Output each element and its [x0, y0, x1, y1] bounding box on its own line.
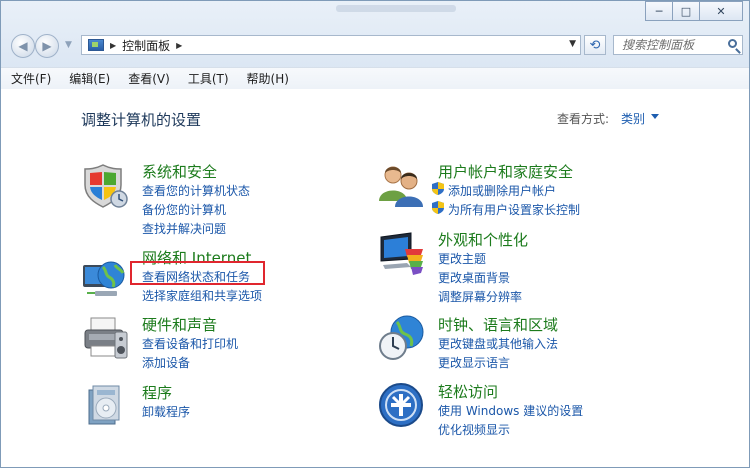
- caption-buttons: ─ □ ✕: [645, 1, 743, 21]
- page-title: 调整计算机的设置: [81, 111, 202, 129]
- link-change-desktop-background[interactable]: 更改桌面背景: [438, 269, 510, 286]
- link-troubleshoot[interactable]: 查找并解决问题: [142, 220, 226, 237]
- back-button[interactable]: ◀: [11, 34, 35, 58]
- address-bar[interactable]: ▶ 控制面板 ▶ ▼: [81, 35, 581, 55]
- network-globe-icon: [83, 261, 125, 296]
- link-view-computer-status[interactable]: 查看您的计算机状态: [142, 182, 250, 199]
- view-by-arrow-icon[interactable]: [651, 114, 659, 119]
- category-appearance: 外观和个性化 更改主题 更改桌面背景 调整屏幕分辨率: [377, 229, 677, 304]
- appearance-monitor-icon: [380, 232, 423, 275]
- link-uninstall-program[interactable]: 卸载程序: [142, 403, 190, 420]
- refresh-icon: ⟲: [589, 37, 601, 53]
- category-title-clock-language-region[interactable]: 时钟、语言和区域: [438, 314, 558, 335]
- category-programs: 程序 卸载程序: [81, 382, 361, 437]
- highlight-box: [130, 261, 265, 285]
- control-panel-window: ─ □ ✕ ◀ ▶ ▼ ▶ 控制面板 ▶ ▼ ⟲ 文件(F) 编辑(E) 查看(…: [0, 0, 750, 468]
- search-icon[interactable]: [728, 39, 737, 48]
- search-box[interactable]: [613, 35, 743, 55]
- category-ease-of-access: 轻松访问 使用 Windows 建议的设置 优化视频显示: [377, 381, 677, 438]
- search-input[interactable]: [620, 37, 728, 53]
- address-dropdown-icon[interactable]: ▼: [569, 39, 576, 49]
- link-view-devices-printers[interactable]: 查看设备和打印机: [142, 335, 238, 352]
- link-change-display-language[interactable]: 更改显示语言: [438, 354, 510, 371]
- recent-pages-dropdown[interactable]: ▼: [65, 40, 72, 50]
- printer-icon: [84, 317, 128, 359]
- menu-view[interactable]: 查看(V): [118, 70, 178, 87]
- refresh-button[interactable]: ⟲: [584, 35, 606, 55]
- view-by-label: 查看方式:: [557, 112, 610, 126]
- menu-file[interactable]: 文件(F): [1, 70, 59, 87]
- ease-of-access-icon: [379, 383, 423, 427]
- menu-edit[interactable]: 编辑(E): [59, 70, 118, 87]
- category-title-appearance[interactable]: 外观和个性化: [438, 229, 528, 250]
- link-optimize-video-display[interactable]: 优化视频显示: [438, 421, 510, 438]
- category-title-user-accounts[interactable]: 用户帐户和家庭安全: [438, 161, 573, 182]
- link-homegroup-sharing[interactable]: 选择家庭组和共享选项: [142, 287, 262, 304]
- category-hardware-sound: 硬件和声音 查看设备和打印机 添加设备: [81, 314, 361, 371]
- link-backup-computer[interactable]: 备份您的计算机: [142, 201, 226, 218]
- close-button[interactable]: ✕: [699, 1, 743, 21]
- admin-shield-icon: [432, 201, 444, 214]
- link-change-theme[interactable]: 更改主题: [438, 250, 486, 267]
- programs-icon: [88, 385, 120, 425]
- content-area: 调整计算机的设置 查看方式: 类别 系统和安全 查看您的计算机状态 备份您的计算…: [1, 89, 749, 467]
- category-clock-language-region: 时钟、语言和区域 更改键盘或其他输入法 更改显示语言: [377, 314, 677, 371]
- breadcrumb-chevron-icon[interactable]: ▶: [176, 41, 182, 50]
- users-icon: [379, 166, 423, 207]
- menu-bar: 文件(F) 编辑(E) 查看(V) 工具(T) 帮助(H): [1, 67, 749, 90]
- admin-shield-icon: [432, 182, 444, 195]
- link-change-input-methods[interactable]: 更改键盘或其他输入法: [438, 335, 558, 352]
- shield-windows-icon: [84, 164, 128, 208]
- category-system-security: 系统和安全 查看您的计算机状态 备份您的计算机 查找并解决问题: [81, 161, 361, 236]
- category-user-accounts: 用户帐户和家庭安全 添加或删除用户帐户 为所有用户设置家长控制: [377, 161, 677, 221]
- link-windows-suggested-settings[interactable]: 使用 Windows 建议的设置: [438, 402, 583, 419]
- category-title-system-security[interactable]: 系统和安全: [142, 161, 217, 182]
- maximize-button[interactable]: □: [672, 1, 700, 21]
- arrow-left-icon: ◀: [18, 39, 28, 53]
- navigation-bar: ◀ ▶ ▼ ▶ 控制面板 ▶ ▼ ⟲: [9, 34, 743, 58]
- link-add-device[interactable]: 添加设备: [142, 354, 190, 371]
- category-title-ease-of-access[interactable]: 轻松访问: [438, 381, 498, 402]
- menu-tools[interactable]: 工具(T): [178, 70, 237, 87]
- link-adjust-resolution[interactable]: 调整屏幕分辨率: [438, 288, 522, 305]
- view-by-dropdown[interactable]: 类别: [621, 110, 645, 127]
- link-add-remove-accounts[interactable]: 添加或删除用户帐户: [448, 182, 556, 199]
- clock-globe-icon: [379, 315, 424, 360]
- category-title-hardware-sound[interactable]: 硬件和声音: [142, 314, 217, 335]
- arrow-right-icon: ▶: [42, 39, 52, 53]
- link-parental-controls[interactable]: 为所有用户设置家长控制: [448, 201, 580, 218]
- control-panel-icon: [88, 39, 104, 51]
- breadcrumb-separator-icon[interactable]: ▶: [110, 41, 116, 50]
- category-title-programs[interactable]: 程序: [142, 382, 172, 403]
- forward-button[interactable]: ▶: [35, 34, 59, 58]
- breadcrumb-control-panel[interactable]: 控制面板: [122, 37, 170, 54]
- minimize-button[interactable]: ─: [645, 1, 673, 21]
- window-title-blur: [336, 5, 456, 12]
- menu-help[interactable]: 帮助(H): [237, 70, 297, 87]
